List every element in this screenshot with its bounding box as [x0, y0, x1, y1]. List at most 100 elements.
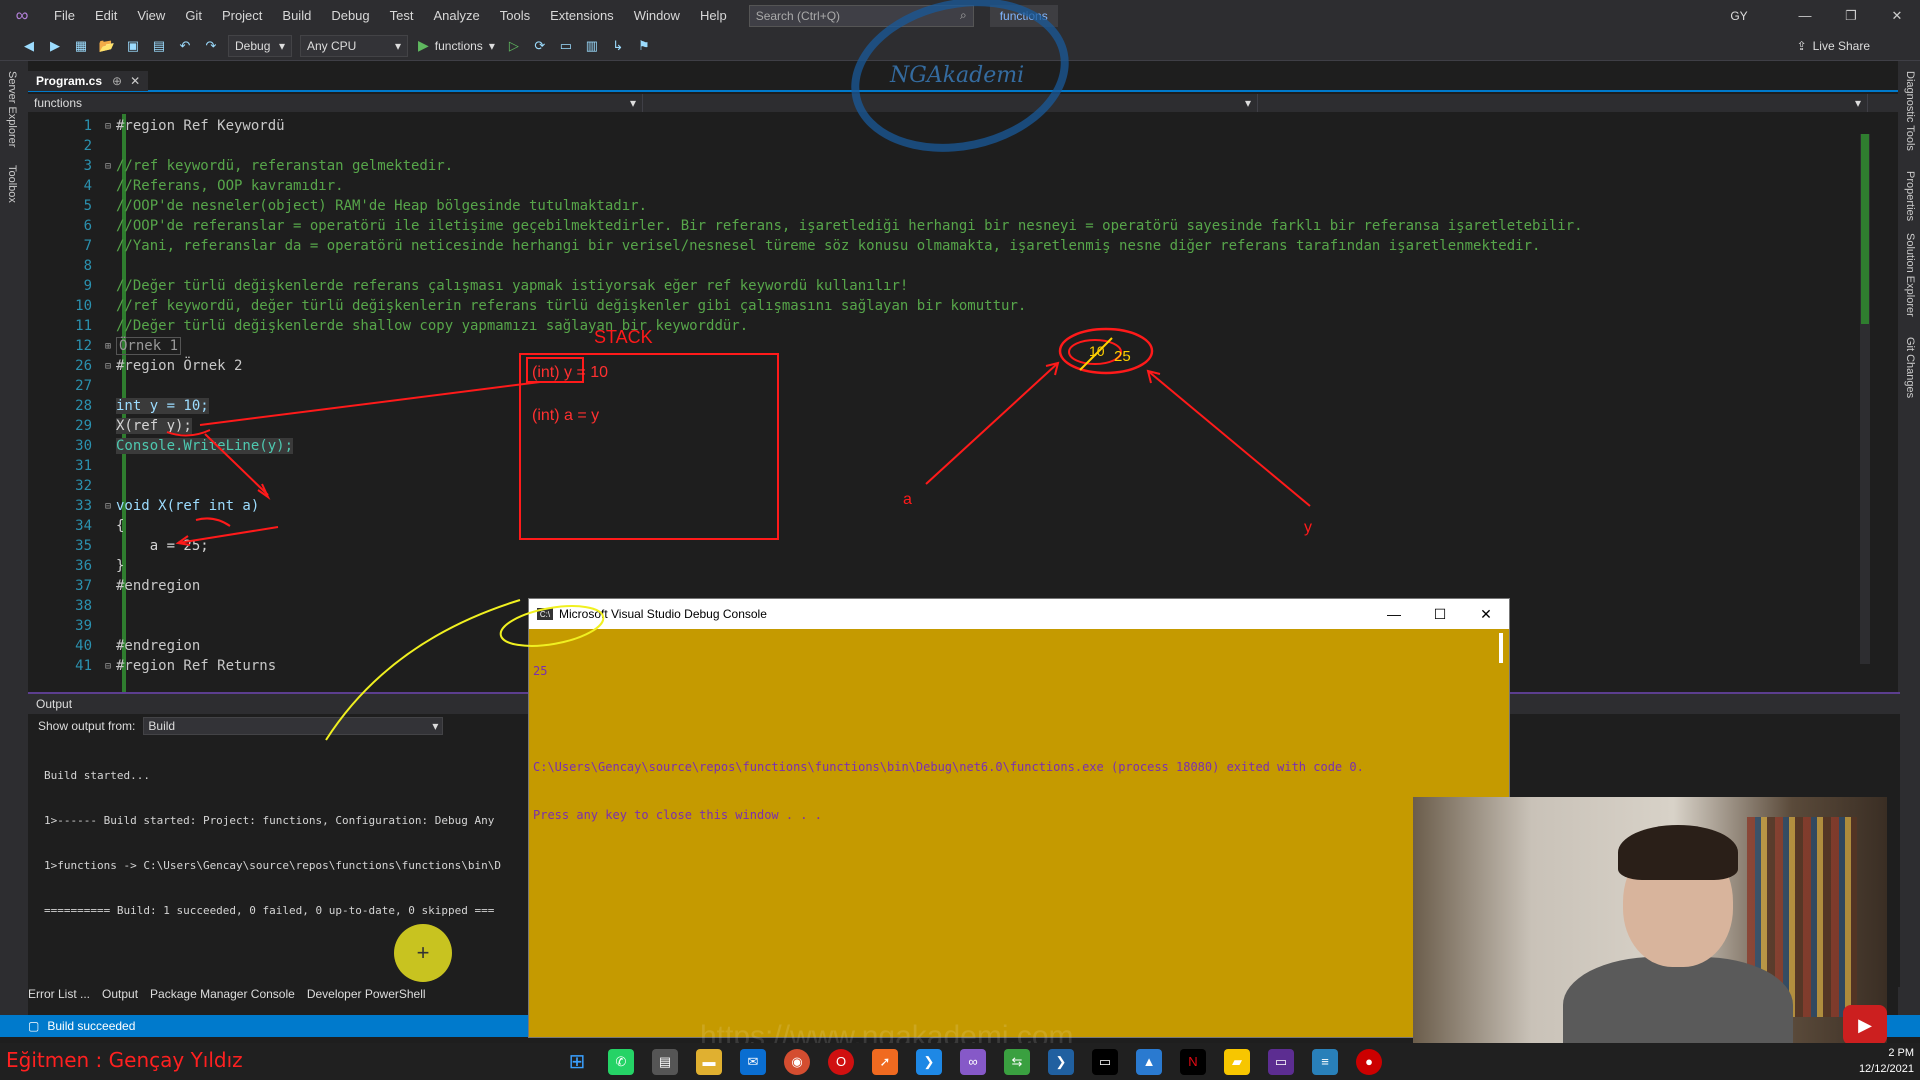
code-line[interactable]: 4 //Referans, OOP kavramıdır.	[28, 176, 1880, 196]
code-line[interactable]: 31	[28, 456, 1880, 476]
browse-icon[interactable]: ▭	[555, 35, 577, 57]
code-line[interactable]: 32	[28, 476, 1880, 496]
code-line[interactable]: 10 //ref keywordü, değer türlü değişkenle…	[28, 296, 1880, 316]
minimize-icon[interactable]: —	[1371, 606, 1417, 623]
start-button[interactable]: ▶ functions ▾	[418, 37, 495, 54]
live-share-button[interactable]: ⇪ Live Share	[1797, 31, 1870, 61]
hot-reload-icon[interactable]: ⟳	[529, 35, 551, 57]
editor-scrollbar[interactable]	[1860, 134, 1870, 664]
avatar[interactable]: GY	[1726, 5, 1752, 26]
code-line[interactable]: 28 int y = 10;	[28, 396, 1880, 416]
menu-view[interactable]: View	[127, 0, 175, 31]
maximize-icon[interactable]: ☐	[1417, 606, 1463, 623]
opera-icon[interactable]: O	[828, 1048, 854, 1075]
powershell-icon[interactable]: ❯	[1048, 1048, 1074, 1075]
code-line[interactable]: 11 //Değer türlü değişkenlerde shallow co…	[28, 316, 1880, 336]
code-line[interactable]: 3 ⊟//ref keywordü, referanstan gelmektedi…	[28, 156, 1880, 176]
console-title-bar[interactable]: C:\ Microsoft Visual Studio Debug Consol…	[529, 599, 1509, 629]
tab-program-cs[interactable]: Program.cs ⊕ ✕	[28, 71, 149, 91]
code-line[interactable]: 27	[28, 376, 1880, 396]
close-icon[interactable]: ✕	[1874, 0, 1920, 31]
postman-icon[interactable]: ➚	[872, 1048, 898, 1075]
code-line[interactable]: 12 ⊞ Örnek 1	[28, 336, 1880, 356]
minimize-icon[interactable]: —	[1782, 0, 1828, 31]
tab-package-manager-console[interactable]: Package Manager Console	[150, 987, 295, 1005]
menu-file[interactable]: File	[44, 0, 85, 31]
tab-output[interactable]: Output	[102, 987, 138, 1005]
back-icon[interactable]: ◀	[18, 35, 40, 57]
whatsapp-icon[interactable]: ✆	[608, 1048, 634, 1075]
save-all-icon[interactable]: ▤	[148, 35, 170, 57]
step-icon[interactable]: ↳	[607, 35, 629, 57]
menu-debug[interactable]: Debug	[321, 0, 379, 31]
visual-studio-icon[interactable]: ∞	[960, 1048, 986, 1075]
chrome-icon[interactable]: ◉	[784, 1048, 810, 1075]
code-line[interactable]: 6 //OOP'de referanslar = operatörü ile il…	[28, 216, 1880, 236]
diagnostic-tools-tab[interactable]: Diagnostic Tools	[1904, 71, 1916, 151]
fold-toggle-icon[interactable]: ⊟	[100, 121, 116, 132]
menu-window[interactable]: Window	[624, 0, 690, 31]
menu-tools[interactable]: Tools	[490, 0, 540, 31]
add-annotation-button[interactable]: +	[394, 924, 452, 982]
system-clock[interactable]: 2 PM 12/12/2021	[1859, 1045, 1914, 1077]
code-line[interactable]: 34 {	[28, 516, 1880, 536]
output-source-select[interactable]: Build ▾	[143, 717, 444, 735]
layout-icon[interactable]: ▥	[581, 35, 603, 57]
youtube-play-icon[interactable]: ▶	[1843, 1005, 1887, 1045]
code-line[interactable]: 5 //OOP'de nesneler(object) RAM'de Heap b…	[28, 196, 1880, 216]
toolbox-tab[interactable]: Toolbox	[6, 165, 18, 203]
solution-explorer-tab[interactable]: Solution Explorer	[1904, 233, 1916, 317]
platform-select[interactable]: Any CPU ▾	[300, 34, 408, 57]
menu-project[interactable]: Project	[212, 0, 272, 31]
new-project-icon[interactable]: ▦	[70, 35, 92, 57]
record-icon[interactable]: ●	[1356, 1048, 1382, 1075]
member-scope-select[interactable]: ▾	[1258, 94, 1868, 112]
code-line[interactable]: 8	[28, 256, 1880, 276]
menu-git[interactable]: Git	[175, 0, 212, 31]
configuration-select[interactable]: Debug ▾	[228, 34, 292, 57]
save-icon[interactable]: ▣	[122, 35, 144, 57]
restore-icon[interactable]: ❐	[1828, 0, 1874, 31]
tab-developer-powershell[interactable]: Developer PowerShell	[307, 987, 426, 1005]
close-icon[interactable]: ✕	[130, 74, 140, 88]
code-line[interactable]: 26 ⊟ #region Örnek 2	[28, 356, 1880, 376]
start-without-debugging-icon[interactable]: ▷	[503, 35, 525, 57]
code-line[interactable]: 7 //Yani, referanslar da = operatörü neti…	[28, 236, 1880, 256]
project-scope-select[interactable]: functions ▾	[28, 94, 643, 112]
code-line[interactable]: 36}	[28, 556, 1880, 576]
code-line[interactable]: 33 ⊟ void X(ref int a)	[28, 496, 1880, 516]
task-view-icon[interactable]: ▤	[652, 1048, 678, 1075]
menu-extensions[interactable]: Extensions	[540, 0, 624, 31]
scrollbar-thumb[interactable]	[1861, 134, 1869, 324]
file-explorer-icon[interactable]: ▬	[696, 1048, 722, 1075]
open-icon[interactable]: 📂	[96, 35, 118, 57]
code-line[interactable]: 37 #endregion	[28, 576, 1880, 596]
code-line[interactable]: 29 X(ref y);	[28, 416, 1880, 436]
visual-studio-running-icon[interactable]: ▭	[1268, 1048, 1294, 1075]
properties-tab[interactable]: Properties	[1904, 171, 1916, 221]
fold-toggle-icon[interactable]: ⊟	[100, 361, 116, 372]
server-explorer-tab[interactable]: Server Explorer	[6, 71, 18, 147]
sticky-notes-icon[interactable]: ▰	[1224, 1048, 1250, 1075]
windows-start-icon[interactable]: ⊞	[564, 1049, 590, 1075]
menu-build[interactable]: Build	[272, 0, 321, 31]
fold-toggle-icon[interactable]: ⊟	[100, 161, 116, 172]
code-line[interactable]: 35 a = 25;	[28, 536, 1880, 556]
menu-test[interactable]: Test	[380, 0, 424, 31]
menu-edit[interactable]: Edit	[85, 0, 127, 31]
bookmark-icon[interactable]: ⚑	[633, 35, 655, 57]
terminal-icon[interactable]: ▭	[1092, 1048, 1118, 1075]
git-changes-tab[interactable]: Git Changes	[1904, 337, 1916, 398]
debug-console-window[interactable]: C:\ Microsoft Visual Studio Debug Consol…	[528, 598, 1510, 1038]
app-icon[interactable]: ⇆	[1004, 1048, 1030, 1075]
forward-icon[interactable]: ▶	[44, 35, 66, 57]
netflix-icon[interactable]: N	[1180, 1048, 1206, 1075]
redo-icon[interactable]: ↷	[200, 35, 222, 57]
photos-icon[interactable]: ▲	[1136, 1048, 1162, 1075]
undo-icon[interactable]: ↶	[174, 35, 196, 57]
fold-toggle-icon[interactable]: ⊞	[100, 341, 116, 352]
visual-studio-logo-icon[interactable]: ∞	[0, 0, 44, 31]
fold-toggle-icon[interactable]: ⊟	[100, 661, 116, 672]
code-line[interactable]: 30 Console.WriteLine(y);	[28, 436, 1880, 456]
pin-icon[interactable]: ⊕	[112, 74, 122, 88]
